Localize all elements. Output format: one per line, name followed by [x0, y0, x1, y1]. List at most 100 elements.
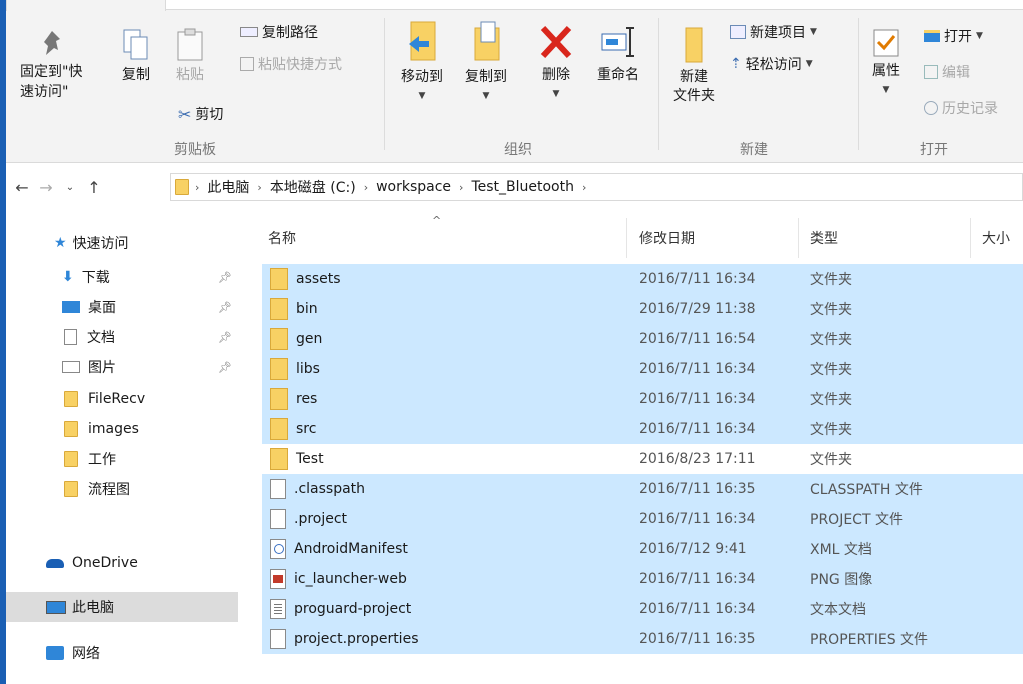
open-folder-icon — [924, 30, 940, 42]
table-row[interactable]: proguard-project 2016/7/11 16:34 文本文档 — [262, 594, 1023, 624]
shortcut-icon — [240, 57, 254, 71]
nav-label: 快速访问 — [72, 236, 129, 252]
cut-button[interactable]: ✂ 剪切 — [178, 104, 223, 124]
nav-label: 此电脑 — [72, 600, 114, 616]
ribbon: 固定到"快 速访问" 复制 粘贴 复制路径 粘贴快捷方式 ✂ 剪切 剪贴板 移动… — [6, 0, 1023, 163]
file-date: 2016/7/11 16:34 — [639, 571, 756, 587]
nav-quick-access[interactable]: ★ 快速访问 — [6, 228, 238, 258]
copy-path-button[interactable]: 复制路径 — [240, 22, 318, 42]
table-row[interactable]: .project 2016/7/11 16:34 PROJECT 文件 — [262, 504, 1023, 534]
dropdown-arrow-icon: ▼ — [882, 85, 890, 95]
file-type: 文件夹 — [810, 332, 852, 348]
table-row[interactable]: src 2016/7/11 16:34 文件夹 — [262, 414, 1023, 444]
new-item-button[interactable]: 新建项目 ▼ — [730, 22, 817, 42]
paste-button[interactable]: 粘贴 — [170, 28, 210, 85]
file-name: .classpath — [294, 481, 366, 497]
breadcrumb-local-disk[interactable]: 本地磁盘 (C:) — [268, 177, 358, 197]
forward-button[interactable]: → — [34, 178, 58, 197]
nav-network[interactable]: 网络 — [6, 638, 238, 668]
nav-item-work[interactable]: 工作 — [6, 444, 238, 474]
table-row[interactable]: project.properties 2016/7/11 16:35 PROPERT… — [262, 624, 1023, 654]
properties-button[interactable]: 属性 ▼ — [866, 28, 906, 100]
nav-label: 工作 — [88, 452, 116, 468]
up-button[interactable]: ↑ — [82, 178, 106, 197]
delete-button[interactable]: 删除 ▼ — [534, 22, 578, 104]
dropdown-arrow-icon: ▼ — [482, 91, 490, 101]
table-row[interactable]: ic_launcher-web 2016/7/11 16:34 PNG 图像 — [262, 564, 1023, 594]
column-divider[interactable] — [798, 218, 799, 258]
new-item-label: 新建项目 — [750, 25, 806, 41]
address-box[interactable]: › 此电脑 › 本地磁盘 (C:) › workspace › Test_Blu… — [170, 173, 1023, 201]
column-header-date[interactable]: 修改日期 — [639, 218, 695, 258]
up-arrow-icon: ↑ — [87, 177, 101, 197]
column-header-type[interactable]: 类型 — [810, 218, 838, 258]
paste-shortcut-button[interactable]: 粘贴快捷方式 — [240, 54, 342, 74]
forward-arrow-icon: → — [39, 177, 53, 197]
file-date: 2016/8/23 17:11 — [639, 451, 756, 467]
file-name-cell: proguard-project — [270, 599, 411, 619]
nav-item-desktop[interactable]: 桌面 📌︎ — [6, 292, 238, 322]
file-name: gen — [296, 331, 323, 347]
table-row[interactable]: AndroidManifest 2016/7/12 9:41 XML 文档 — [262, 534, 1023, 564]
file-list: ^ 名称 修改日期 类型 大小 assets 2016/7/11 16:34 文件夹… — [262, 214, 1023, 684]
open-button[interactable]: 打开 ▼ — [924, 26, 983, 46]
nav-item-filerecv[interactable]: FileRecv — [6, 384, 238, 414]
organize-group-label: 组织 — [504, 142, 532, 158]
table-row[interactable]: assets 2016/7/11 16:34 文件夹 — [262, 264, 1023, 294]
nav-item-documents[interactable]: 文档 📌︎ — [6, 322, 238, 352]
easy-access-button[interactable]: ⇡ 轻松访问 ▼ — [730, 54, 813, 74]
pin-to-quick-access-button[interactable]: 固定到"快 速访问" — [20, 28, 94, 102]
dropdown-arrow-icon: ▼ — [552, 89, 560, 99]
chevron-down-icon: ⌄ — [65, 181, 75, 193]
nav-this-pc[interactable]: 此电脑 — [6, 592, 238, 622]
move-to-button[interactable]: 移动到 ▼ — [394, 20, 450, 106]
folder-icon — [270, 358, 288, 380]
table-row[interactable]: Test 2016/8/23 17:11 文件夹 — [262, 444, 1023, 474]
copy-button[interactable]: 复制 — [116, 28, 156, 85]
file-name: proguard-project — [294, 601, 412, 617]
folder-icon — [270, 298, 288, 320]
file-name-cell: assets — [270, 268, 341, 290]
rename-button[interactable]: 重命名 — [590, 22, 646, 85]
file-type: 文件夹 — [810, 362, 852, 378]
breadcrumb-this-pc[interactable]: 此电脑 — [205, 177, 251, 197]
star-icon: ★ — [54, 235, 67, 251]
folder-icon — [64, 481, 78, 497]
breadcrumb-test-bluetooth[interactable]: Test_Bluetooth — [469, 179, 576, 195]
breadcrumb-chevron-icon: › — [459, 180, 464, 194]
easy-access-label: 轻松访问 — [745, 57, 802, 73]
history-button[interactable]: 历史记录 — [924, 98, 998, 118]
folder-icon — [270, 448, 288, 470]
delete-label: 删除 — [542, 67, 570, 83]
ribbon-active-tab[interactable] — [6, 0, 166, 11]
table-row[interactable]: gen 2016/7/11 16:54 文件夹 — [262, 324, 1023, 354]
file-name-cell: project.properties — [270, 629, 418, 649]
column-header-name[interactable]: 名称 — [268, 218, 296, 258]
file-date: 2016/7/11 16:35 — [639, 631, 756, 647]
breadcrumb-workspace[interactable]: workspace — [374, 179, 453, 195]
edit-button[interactable]: 编辑 — [924, 62, 970, 82]
nav-item-pictures[interactable]: 图片 📌︎ — [6, 352, 238, 382]
nav-onedrive[interactable]: OneDrive — [6, 548, 238, 578]
nav-item-images[interactable]: images — [6, 414, 238, 444]
new-folder-button[interactable]: 新建 文件夹 — [666, 24, 722, 106]
group-divider — [858, 18, 859, 150]
nav-item-downloads[interactable]: ⬇ 下载 📌︎ — [6, 262, 238, 292]
copy-to-icon — [474, 21, 500, 61]
copy-to-button[interactable]: 复制到 ▼ — [458, 20, 514, 106]
nav-item-flowchart[interactable]: 流程图 — [6, 474, 238, 504]
recent-locations-button[interactable]: ⌄ — [58, 182, 82, 193]
back-button[interactable]: ← — [10, 178, 34, 197]
column-divider[interactable] — [970, 218, 971, 258]
table-row[interactable]: res 2016/7/11 16:34 文件夹 — [262, 384, 1023, 414]
file-name-cell: res — [270, 388, 317, 410]
column-header-size[interactable]: 大小 — [982, 218, 1023, 258]
table-row[interactable]: bin 2016/7/29 11:38 文件夹 — [262, 294, 1023, 324]
png-image-icon — [270, 569, 286, 589]
breadcrumb-chevron-icon: › — [363, 180, 369, 194]
table-row[interactable]: .classpath 2016/7/11 16:35 CLASSPATH 文件 — [262, 474, 1023, 504]
table-row[interactable]: libs 2016/7/11 16:34 文件夹 — [262, 354, 1023, 384]
open-group-label: 打开 — [920, 142, 948, 158]
column-divider[interactable] — [626, 218, 627, 258]
column-label: 类型 — [810, 231, 838, 247]
